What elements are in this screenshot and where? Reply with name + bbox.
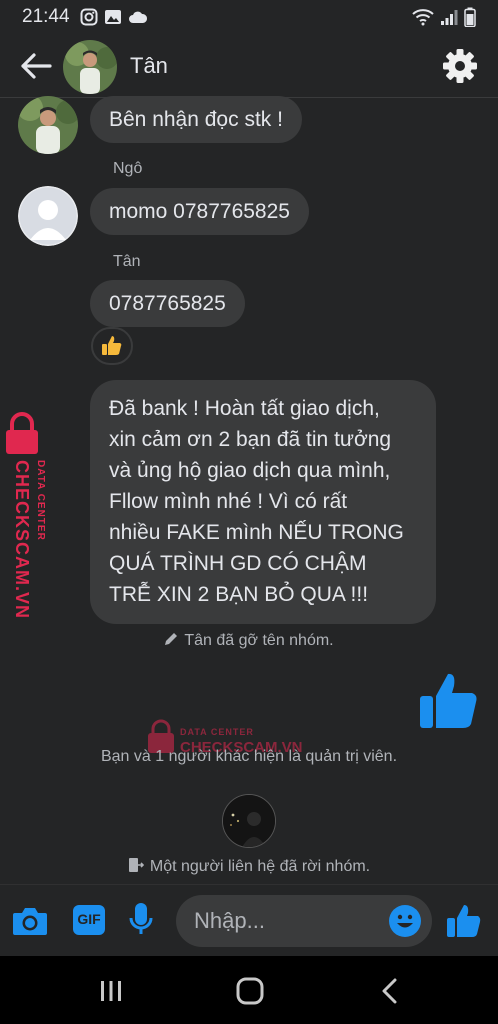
checkscam-watermark: CHECKSCAM.VN DATA CENTER (4, 408, 56, 628)
gif-button[interactable]: GIF (73, 905, 105, 935)
message-bubble[interactable]: Bên nhận đọc stk ! (90, 96, 302, 143)
system-message-renamed: Tân đã gỡ tên nhóm. (0, 632, 498, 650)
message-line: QUÁ TRÌNH GD CÓ CHẬM (109, 552, 367, 575)
message-text: momo 0787765825 (109, 200, 290, 223)
send-like-icon[interactable] (446, 903, 482, 939)
message-line: nhiều FAKE mình NẾU TRONG (109, 521, 404, 544)
nav-back-icon[interactable] (380, 978, 400, 1004)
message-line: xin cảm ơn 2 bạn đã tin tưởng (109, 428, 392, 451)
wifi-icon (412, 9, 434, 26)
message-bubble[interactable]: 0787765825 (90, 280, 245, 327)
contact-avatar[interactable] (63, 40, 117, 94)
message-line: Fllow mình nhé ! Vì có rất (109, 490, 348, 513)
seen-avatar[interactable] (222, 794, 276, 848)
message-line: TRỄ XIN 2 BẠN BỎ QUA !!! (109, 583, 369, 606)
contact-name[interactable]: Tân (130, 53, 168, 79)
message-input-placeholder: Nhập... (194, 908, 265, 933)
system-nav-bar (0, 956, 498, 1024)
sender-name: Ngô (113, 160, 143, 177)
gif-label: GIF (77, 911, 101, 927)
status-bar: 21:44 (0, 0, 498, 34)
home-icon[interactable] (236, 977, 264, 1005)
message-text: Bên nhận đọc stk ! (109, 108, 283, 131)
camera-icon[interactable] (12, 905, 48, 937)
message-input[interactable]: Nhập... (176, 895, 432, 947)
message-text: 0787765825 (109, 292, 226, 315)
thumbs-up-sent-icon[interactable] (418, 670, 480, 732)
thumbs-up-reaction-icon (102, 336, 122, 355)
reaction-badge[interactable] (91, 327, 133, 365)
emoji-icon[interactable] (388, 904, 422, 938)
message-line: và ủng hộ giao dịch qua mình, (109, 459, 391, 482)
signal-icon (441, 10, 458, 25)
sender-avatar-ngo[interactable] (18, 186, 78, 246)
message-composer: GIF Nhập... (0, 884, 498, 956)
gallery-icon (104, 10, 121, 24)
message-line: Đã bank ! Hoàn tất giao dịch, (109, 397, 380, 420)
watermark-datacenter: DATA CENTER (35, 460, 46, 541)
message-bubble[interactable]: momo 0787765825 (90, 188, 309, 235)
system-text: Một người liên hệ đã rời nhóm. (149, 858, 371, 875)
system-message-left: Một người liên hệ đã rời nhóm. (0, 857, 498, 876)
pencil-icon (165, 633, 178, 645)
watermark-datacenter: DATA CENTER (180, 727, 254, 737)
system-message-admin: Bạn và 1 người khác hiện là quản trị viê… (0, 748, 498, 766)
cloud-icon (128, 11, 147, 23)
back-arrow-icon[interactable] (20, 52, 52, 80)
message-bubble-long[interactable]: Đã bank ! Hoàn tất giao dịch, xin cảm ơn… (90, 380, 436, 624)
settings-gear-icon[interactable] (441, 47, 479, 85)
microphone-icon[interactable] (128, 901, 154, 937)
battery-icon (464, 7, 476, 27)
leave-door-icon (128, 858, 145, 872)
sender-avatar-tan[interactable] (18, 96, 78, 154)
watermark-checkscam: CHECKSCAM.VN (12, 460, 32, 619)
instagram-icon (80, 8, 98, 26)
system-text: Tân đã gỡ tên nhóm. (184, 632, 334, 649)
status-time: 21:44 (22, 6, 70, 27)
recent-apps-icon[interactable] (99, 979, 123, 1003)
system-text: Bạn và 1 người khác hiện là quản trị viê… (100, 748, 398, 765)
sender-name: Tân (113, 253, 141, 270)
chat-header: Tân (0, 34, 498, 98)
